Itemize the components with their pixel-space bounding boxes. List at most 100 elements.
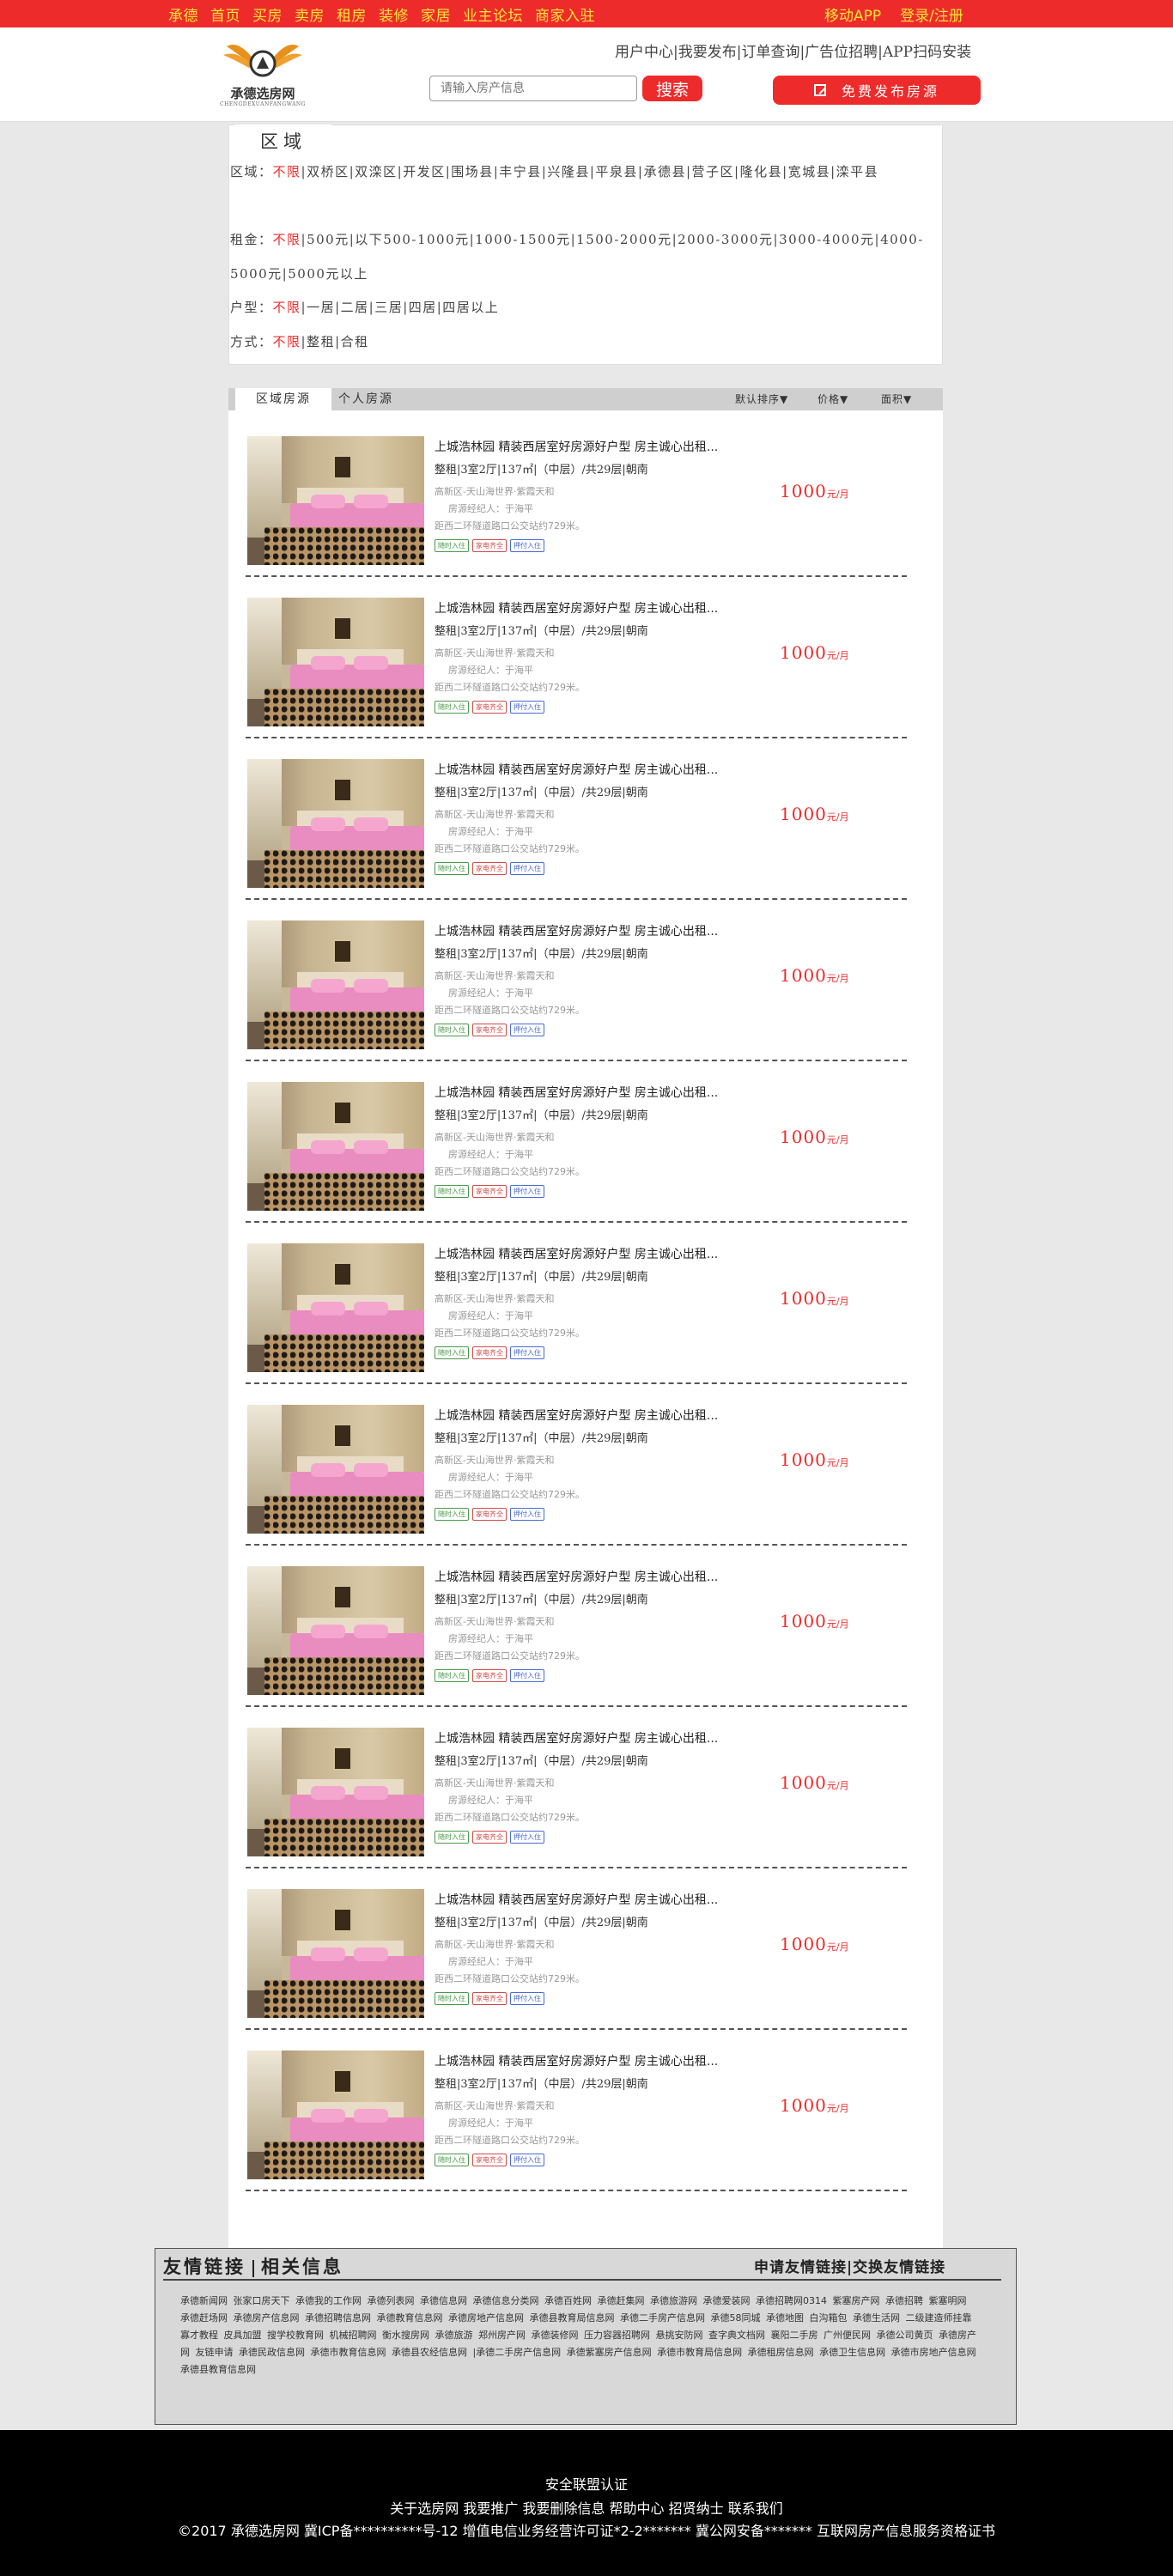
nav-item-home[interactable]: 首页: [210, 3, 240, 25]
listing-traffic: 距西二环隧道路口公交站约729米。: [435, 682, 585, 693]
tab-region-listings[interactable]: 区域房源: [235, 388, 331, 410]
listing-title[interactable]: 上城浩林园 精装西居室好房源好户型 房主诚心出租...: [435, 2052, 718, 2069]
nav-item-decoration[interactable]: 装修: [379, 3, 409, 25]
links-apply[interactable]: 申请友情链接|交换友情链接: [754, 2255, 945, 2276]
nav-item-rent[interactable]: 租房: [337, 3, 367, 25]
listing-item[interactable]: 上城浩林园 精装西居室好房源好户型 房主诚心出租... 整租|3室2厅|137㎡|…: [246, 1728, 907, 1889]
filter-option-active[interactable]: 不限: [273, 300, 301, 315]
publish-listing-button[interactable]: 免费发布房源: [773, 76, 981, 105]
listing-photo[interactable]: [247, 436, 424, 565]
nav-item-furniture[interactable]: 家居: [421, 3, 451, 25]
listing-agent: 房源经纪人：于海平: [448, 1795, 533, 1806]
listing-spec: 整租|3室2厅|137㎡|（中层）/共29层|朝南: [435, 1271, 648, 1284]
login-register-link[interactable]: 登录/注册: [900, 3, 963, 25]
listing-title[interactable]: 上城浩林园 精装西居室好房源好户型 房主诚心出租...: [435, 1891, 718, 1908]
listing-photo[interactable]: [247, 1243, 424, 1372]
listing-title[interactable]: 上城浩林园 精装西居室好房源好户型 房主诚心出租...: [435, 1084, 718, 1101]
listing-item[interactable]: 上城浩林园 精装西居室好房源好户型 房主诚心出租... 整租|3室2厅|137㎡|…: [246, 1889, 907, 2050]
links-title-related[interactable]: 相关信息: [261, 2256, 343, 2277]
listing-title[interactable]: 上城浩林园 精装西居室好房源好户型 房主诚心出租...: [435, 599, 718, 617]
listing-photo[interactable]: [247, 1082, 424, 1211]
nav-item-sell[interactable]: 卖房: [295, 3, 325, 25]
filter-label: 区域：: [230, 164, 273, 179]
listing-photo[interactable]: [247, 920, 424, 1049]
footer-security-badge[interactable]: 安全联盟认证: [0, 2473, 1173, 2494]
listing-item[interactable]: 上城浩林园 精装西居室好房源好户型 房主诚心出租... 整租|3室2厅|137㎡|…: [246, 920, 907, 1082]
listing-tags: 随时入住 家电齐全 押付入住: [435, 1024, 548, 1036]
listing-address: 高新区-天山海世界·紫霞天和: [435, 1777, 555, 1789]
listing-item[interactable]: 上城浩林园 精装西居室好房源好户型 房主诚心出租... 整租|3室2厅|137㎡|…: [246, 598, 907, 759]
mobile-app-link[interactable]: 移动APP: [824, 3, 881, 25]
listing-title[interactable]: 上城浩林园 精装西居室好房源好户型 房主诚心出租...: [435, 1729, 718, 1747]
filter-option-active[interactable]: 不限: [273, 232, 301, 247]
links-heading: 友情链接 相关信息: [163, 2253, 343, 2279]
listing-item[interactable]: 上城浩林园 精装西居室好房源好户型 房主诚心出租... 整租|3室2厅|137㎡|…: [246, 759, 907, 920]
listing-separator: [246, 2028, 907, 2030]
price-value: 1000: [780, 965, 827, 986]
filter-option-active[interactable]: 不限: [273, 334, 301, 349]
listing-spec: 整租|3室2厅|137㎡|（中层）/共29层|朝南: [435, 625, 648, 638]
filter-options[interactable]: |一居|二居|三居|四居|四居以上: [301, 300, 500, 315]
listing-tag: 随时入住: [435, 1992, 469, 2005]
listing-price: 1000元/月: [780, 481, 849, 501]
footer-links[interactable]: 关于选房网 我要推广 我要删除信息 帮助中心 招贤纳士 联系我们: [0, 2497, 1173, 2518]
sort-area[interactable]: 面积▼: [881, 388, 912, 410]
nav-item-city[interactable]: 承德: [168, 3, 198, 25]
listing-item[interactable]: 上城浩林园 精装西居室好房源好户型 房主诚心出租... 整租|3室2厅|137㎡|…: [246, 2050, 907, 2212]
listing-photo[interactable]: [247, 759, 424, 888]
listing-tag: 家电齐全: [472, 1024, 507, 1036]
listing-tag: 随时入住: [435, 701, 469, 714]
listing-title[interactable]: 上城浩林园 精装西居室好房源好户型 房主诚心出租...: [435, 1568, 718, 1585]
price-value: 1000: [780, 1449, 827, 1470]
sort-price[interactable]: 价格▼: [817, 388, 848, 410]
nav-item-forum[interactable]: 业主论坛: [463, 3, 523, 25]
listing-tag: 家电齐全: [472, 2154, 507, 2166]
listing-separator: [246, 1060, 907, 1061]
filter-options[interactable]: |双桥区|双滦区|开发区|围场县|丰宁县|兴隆县|平泉县|承德县|营子区|隆化县…: [301, 164, 879, 179]
listing-photo[interactable]: [247, 1728, 424, 1856]
sort-default[interactable]: 默认排序▼: [735, 388, 788, 410]
user-links[interactable]: 用户中心|我要发布|订单查询|广告位招聘|APP扫码安装: [615, 39, 971, 61]
listing-item[interactable]: 上城浩林园 精装西居室好房源好户型 房主诚心出租... 整租|3室2厅|137㎡|…: [246, 1405, 907, 1566]
filter-options[interactable]: |500元|以下500-1000元|1000-1500元|1500-2000元|…: [230, 232, 924, 282]
nav-item-buy[interactable]: 买房: [252, 3, 283, 25]
search-button[interactable]: 搜索: [642, 76, 702, 101]
listing-tag: 家电齐全: [472, 539, 507, 552]
search-input[interactable]: [429, 76, 637, 101]
listing-title[interactable]: 上城浩林园 精装西居室好房源好户型 房主诚心出租...: [435, 438, 718, 455]
filter-tab-region[interactable]: 区域: [235, 125, 331, 157]
listing-tag: 押付入住: [510, 1831, 544, 1844]
listing-item[interactable]: 上城浩林园 精装西居室好房源好户型 房主诚心出租... 整租|3室2厅|137㎡|…: [246, 436, 907, 598]
listing-price: 1000元/月: [780, 1934, 849, 1954]
listing-photo[interactable]: [247, 598, 424, 726]
listing-item[interactable]: 上城浩林园 精装西居室好房源好户型 房主诚心出租... 整租|3室2厅|137㎡|…: [246, 1243, 907, 1405]
listing-title[interactable]: 上城浩林园 精装西居室好房源好户型 房主诚心出租...: [435, 761, 718, 778]
listing-tag: 随时入住: [435, 1669, 469, 1682]
logo-name: 承德选房网: [230, 86, 295, 101]
listing-tags: 随时入住 家电齐全 押付入住: [435, 1992, 548, 2005]
listing-traffic: 距西二环隧道路口公交站约729米。: [435, 1489, 585, 1500]
listing-tag: 押付入住: [510, 1508, 544, 1521]
site-logo[interactable]: 承德选房网 CHENGDEXUANFANGWANG: [220, 38, 306, 112]
filter-option-active[interactable]: 不限: [273, 164, 301, 179]
listing-address: 高新区-天山海世界·紫霞天和: [435, 970, 555, 981]
price-unit: 元/月: [826, 1619, 849, 1630]
filter-options[interactable]: |整租|合租: [301, 334, 369, 349]
listing-title[interactable]: 上城浩林园 精装西居室好房源好户型 房主诚心出租...: [435, 1406, 718, 1424]
listing-title[interactable]: 上城浩林园 精装西居室好房源好户型 房主诚心出租...: [435, 1245, 718, 1262]
listing-item[interactable]: 上城浩林园 精装西居室好房源好户型 房主诚心出租... 整租|3室2厅|137㎡|…: [246, 1566, 907, 1728]
listing-photo[interactable]: [247, 1405, 424, 1534]
tab-personal-listings[interactable]: 个人房源: [338, 388, 393, 410]
listing-tag: 家电齐全: [472, 701, 507, 714]
listing-photo[interactable]: [247, 1889, 424, 2018]
listing-photo[interactable]: [247, 2050, 424, 2179]
listing-price: 1000元/月: [780, 1611, 849, 1631]
nav-item-merchant[interactable]: 商家入驻: [535, 3, 595, 25]
links-list[interactable]: 承德新闻网 张家口房天下 承德我的工作网 承德列表网 承德信息网 承德信息分类网…: [180, 2293, 979, 2379]
listing-item[interactable]: 上城浩林园 精装西居室好房源好户型 房主诚心出租... 整租|3室2厅|137㎡|…: [246, 1082, 907, 1243]
listing-separator: [246, 898, 907, 900]
listing-title[interactable]: 上城浩林园 精装西居室好房源好户型 房主诚心出租...: [435, 922, 718, 939]
listing-address: 高新区-天山海世界·紫霞天和: [435, 1616, 555, 1627]
links-title-friends[interactable]: 友情链接: [163, 2256, 246, 2277]
listing-photo[interactable]: [247, 1566, 424, 1695]
